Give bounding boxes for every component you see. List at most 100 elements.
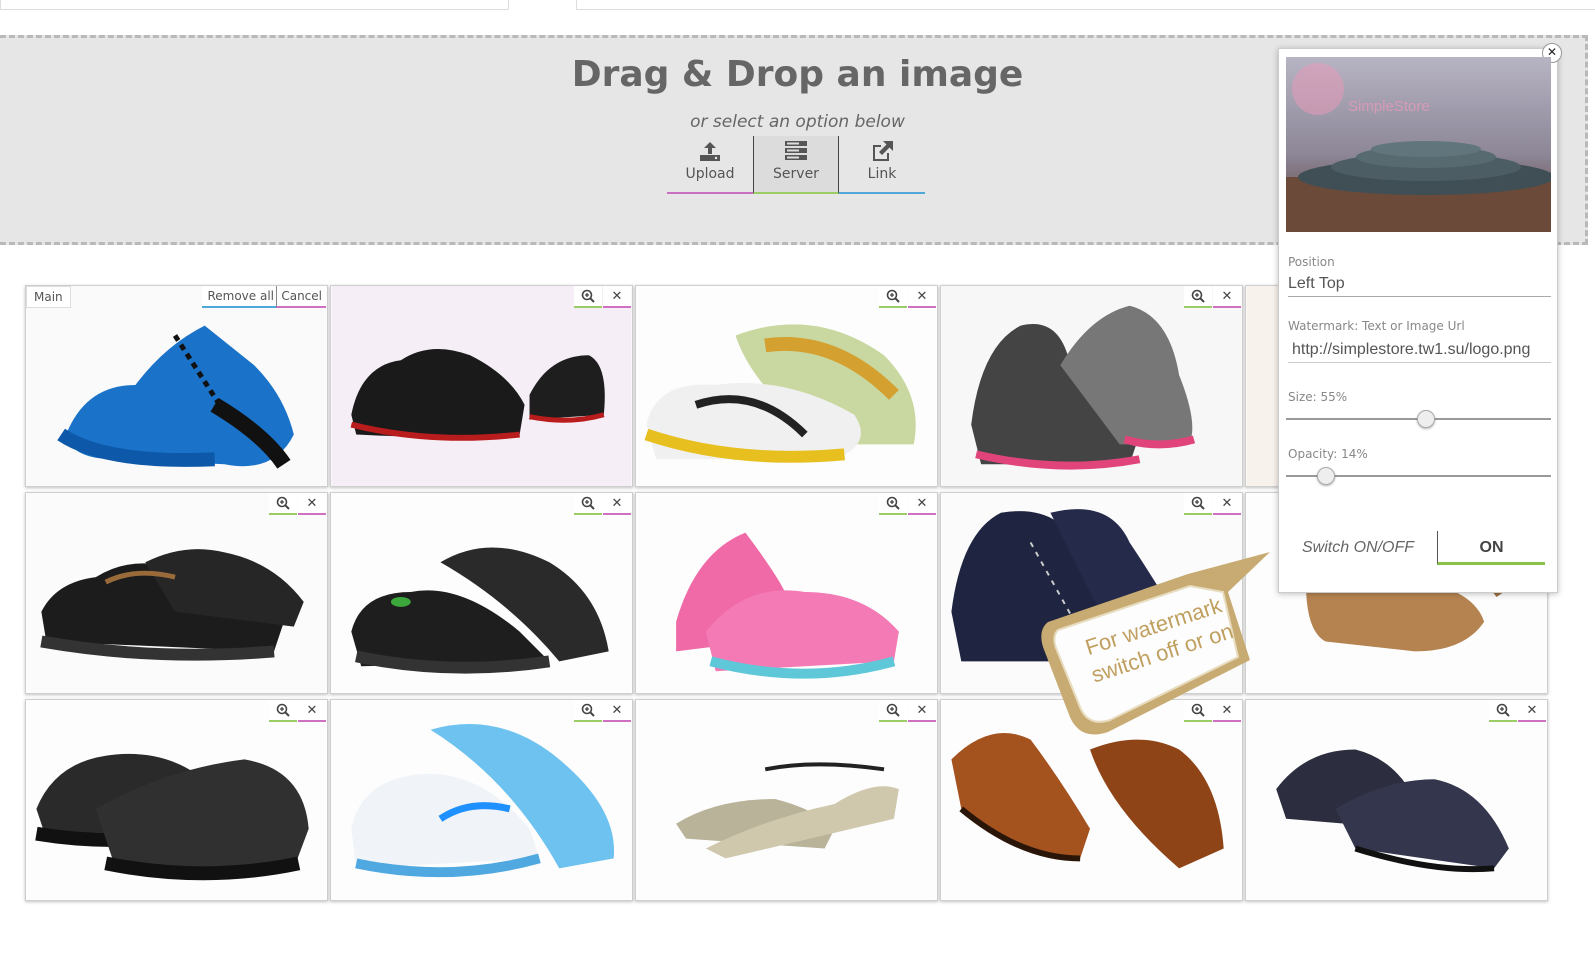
close-icon: ✕ xyxy=(916,288,928,304)
image-tile[interactable]: ✕ xyxy=(330,699,633,901)
zoom-button[interactable] xyxy=(269,493,297,515)
image-tile[interactable]: ✕ xyxy=(635,285,938,487)
zoom-button[interactable] xyxy=(574,700,602,722)
size-slider-handle[interactable] xyxy=(1417,410,1435,428)
zoom-in-icon xyxy=(1191,496,1205,510)
delete-button[interactable]: ✕ xyxy=(1213,493,1241,515)
image-tile[interactable]: ✕ xyxy=(25,492,328,694)
zoom-button[interactable] xyxy=(574,286,602,308)
close-icon: ✕ xyxy=(306,702,318,718)
top-field-left[interactable] xyxy=(0,0,509,10)
zoom-in-icon xyxy=(276,496,290,510)
watermark-label: Watermark: Text or Image Url xyxy=(1288,319,1465,333)
delete-button[interactable]: ✕ xyxy=(908,700,936,722)
image-tile[interactable]: ✕ xyxy=(330,492,633,694)
image-tile[interactable]: ✕ xyxy=(25,699,328,901)
delete-button[interactable]: ✕ xyxy=(908,493,936,515)
close-icon: ✕ xyxy=(1221,288,1233,304)
remove-all-button[interactable]: Remove all xyxy=(202,286,279,308)
opacity-slider[interactable] xyxy=(1286,466,1551,486)
zoom-button[interactable] xyxy=(1489,700,1517,722)
close-icon: ✕ xyxy=(916,702,928,718)
zoom-in-icon xyxy=(581,703,595,717)
watermark-toggle-button[interactable]: ON xyxy=(1437,531,1545,565)
zoom-button[interactable] xyxy=(879,700,907,722)
server-button[interactable]: Server xyxy=(753,136,839,194)
black-red-sneaker-image xyxy=(331,286,632,486)
zoom-in-icon xyxy=(886,496,900,510)
black-boat-shoe-image xyxy=(26,700,327,900)
pink-grey-hightop-image xyxy=(941,286,1242,486)
delete-button[interactable]: ✕ xyxy=(298,700,326,722)
size-slider[interactable] xyxy=(1286,409,1551,429)
upload-button[interactable]: Upload xyxy=(667,136,753,194)
image-tile[interactable]: ✕ xyxy=(635,492,938,694)
cancel-button[interactable]: Cancel xyxy=(276,286,326,308)
pink-runner-image xyxy=(636,493,937,693)
close-icon: ✕ xyxy=(611,495,623,511)
zoom-in-icon xyxy=(276,703,290,717)
top-field-right[interactable] xyxy=(576,0,1595,10)
black-airmax-image xyxy=(331,493,632,693)
zoom-button[interactable] xyxy=(879,493,907,515)
navy-captoe-image xyxy=(1246,700,1547,900)
image-tile[interactable]: ✕ xyxy=(330,285,633,487)
delete-button[interactable]: ✕ xyxy=(298,493,326,515)
zoom-in-icon xyxy=(1496,703,1510,717)
server-icon xyxy=(785,141,807,160)
close-icon: ✕ xyxy=(306,495,318,511)
size-label: Size: 55% xyxy=(1288,390,1348,404)
watermark-hint-callout: For watermark switch off or on xyxy=(1038,552,1274,742)
position-input[interactable] xyxy=(1288,273,1551,297)
opacity-label: Opacity: 14% xyxy=(1288,447,1368,461)
link-button[interactable]: Link xyxy=(839,136,925,194)
close-icon: ✕ xyxy=(1221,495,1233,511)
blue-sneaker-image xyxy=(26,286,327,486)
link-label: Link xyxy=(867,166,897,182)
preview-image: SimpleStore xyxy=(1286,57,1551,232)
upload-icon xyxy=(700,142,720,161)
delete-button[interactable]: ✕ xyxy=(603,286,631,308)
zoom-button[interactable] xyxy=(1184,493,1212,515)
image-tile[interactable]: ✕ xyxy=(940,285,1243,487)
external-link-icon xyxy=(873,141,893,161)
source-options: Upload Server Link xyxy=(667,136,925,194)
zoom-button[interactable] xyxy=(1184,286,1212,308)
opacity-slider-handle[interactable] xyxy=(1317,467,1335,485)
top-form-fields xyxy=(0,0,1595,12)
zoom-button[interactable] xyxy=(879,286,907,308)
server-label: Server xyxy=(773,166,819,182)
zoom-button[interactable] xyxy=(574,493,602,515)
zoom-in-icon xyxy=(581,289,595,303)
position-label: Position xyxy=(1288,255,1335,269)
watermark-preview: SimpleStore xyxy=(1286,57,1551,232)
watermark-settings-panel: ✕ SimpleStore Position Watermark: Text o… xyxy=(1278,43,1562,593)
close-icon: ✕ xyxy=(916,495,928,511)
blue-white-runner-image xyxy=(331,700,632,900)
zoom-button[interactable] xyxy=(269,700,297,722)
preview-logo-text: SimpleStore xyxy=(1348,98,1430,115)
simplestore-logo-icon xyxy=(1292,63,1344,115)
zoom-in-icon xyxy=(581,496,595,510)
close-icon: ✕ xyxy=(611,702,623,718)
delete-button[interactable]: ✕ xyxy=(1213,286,1241,308)
image-tile-main[interactable]: Main Remove all Cancel xyxy=(25,285,328,487)
watermark-url-input[interactable] xyxy=(1288,339,1551,363)
close-icon: ✕ xyxy=(1526,702,1538,718)
delete-button[interactable]: ✕ xyxy=(1518,700,1546,722)
upload-label: Upload xyxy=(685,166,735,182)
asics-sneaker-image xyxy=(636,286,937,486)
close-icon: ✕ xyxy=(611,288,623,304)
delete-button[interactable]: ✕ xyxy=(908,286,936,308)
zoom-in-icon xyxy=(1191,289,1205,303)
black-suede-shoe-image xyxy=(26,493,327,693)
switch-label: Switch ON/OFF xyxy=(1302,539,1415,556)
delete-button[interactable]: ✕ xyxy=(603,700,631,722)
zoom-in-icon xyxy=(886,289,900,303)
image-tile[interactable]: ✕ xyxy=(635,699,938,901)
zoom-in-icon xyxy=(886,703,900,717)
delete-button[interactable]: ✕ xyxy=(603,493,631,515)
main-image-label: Main xyxy=(26,286,71,308)
gold-flat-image xyxy=(636,700,937,900)
image-tile[interactable]: ✕ xyxy=(1245,699,1548,901)
